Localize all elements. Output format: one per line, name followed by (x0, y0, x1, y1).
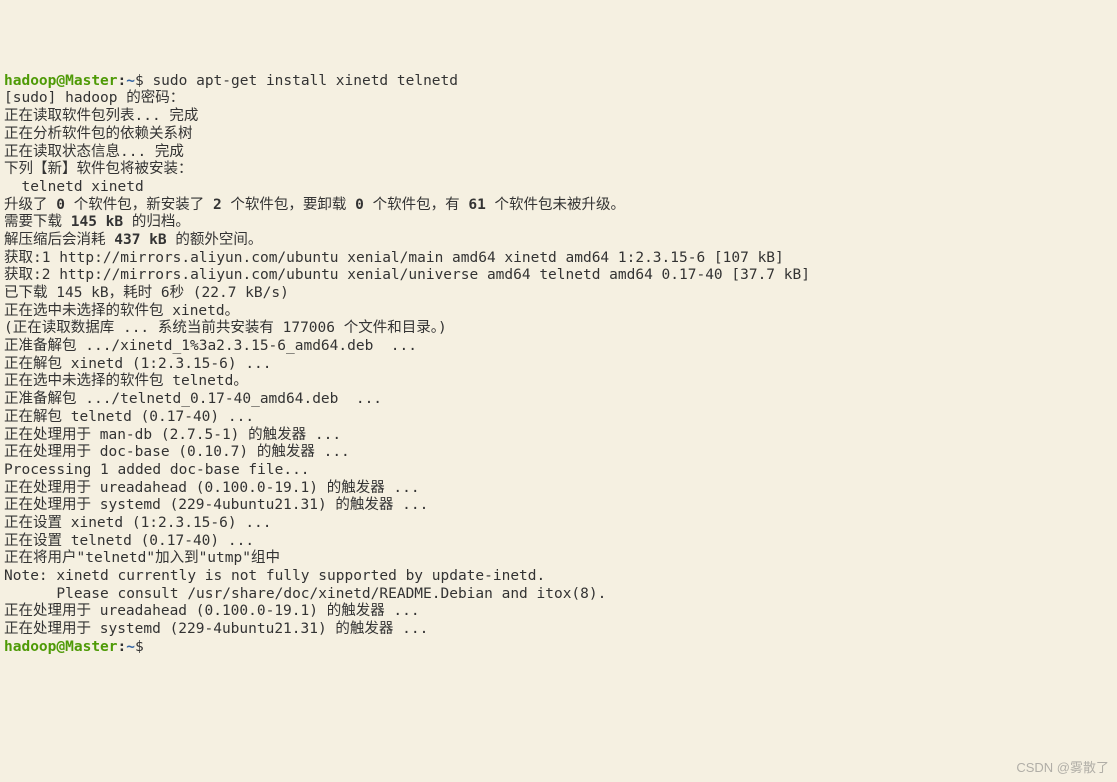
output-line: 正准备解包 .../telnetd_0.17-40_amd64.deb ... (4, 391, 382, 407)
output-line: 正在处理用于 ureadahead (0.100.0-19.1) 的触发器 ..… (4, 603, 420, 619)
output-line: 解压缩后会消耗 437 kB 的额外空间。 (4, 232, 262, 248)
prompt-symbol: $ (135, 73, 144, 89)
output-line: Note: xinetd currently is not fully supp… (4, 568, 545, 584)
output-line: Please consult /usr/share/doc/xinetd/REA… (4, 586, 606, 602)
output-line: 正在处理用于 systemd (229-4ubuntu21.31) 的触发器 .… (4, 497, 428, 513)
prompt-at: @ (56, 73, 65, 89)
output-line: 正准备解包 .../xinetd_1%3a2.3.15-6_amd64.deb … (4, 338, 417, 354)
output-line: 正在分析软件包的依赖关系树 (4, 126, 193, 142)
output-line: (正在读取数据库 ... 系统当前共安装有 177006 个文件和目录。) (4, 320, 447, 336)
watermark: CSDN @雾散了 (1016, 760, 1109, 776)
output-line: 下列【新】软件包将被安装： (4, 161, 193, 177)
output-line: 获取:1 http://mirrors.aliyun.com/ubuntu xe… (4, 250, 784, 266)
output-line: 正在读取软件包列表... 完成 (4, 108, 198, 124)
output-line: 升级了 0 个软件包，新安装了 2 个软件包，要卸载 0 个软件包，有 61 个… (4, 197, 625, 213)
output-line: 正在选中未选择的软件包 xinetd。 (4, 303, 239, 319)
output-line: 正在设置 telnetd (0.17-40) ... (4, 533, 254, 549)
output-line: 获取:2 http://mirrors.aliyun.com/ubuntu xe… (4, 267, 810, 283)
terminal-output: hadoop@Master:~$ sudo apt-get install xi… (4, 73, 1113, 657)
output-line: 正在解包 telnetd (0.17-40) ... (4, 409, 254, 425)
output-line: 正在处理用于 systemd (229-4ubuntu21.31) 的触发器 .… (4, 621, 428, 637)
output-line: 正在选中未选择的软件包 telnetd。 (4, 373, 248, 389)
prompt-symbol: $ (135, 639, 144, 655)
prompt-line[interactable]: hadoop@Master:~$ (4, 639, 152, 655)
output-line: telnetd xinetd (4, 179, 144, 195)
prompt-path: ~ (126, 73, 135, 89)
output-line: 正在将用户"telnetd"加入到"utmp"组中 (4, 550, 280, 566)
output-line: 正在处理用于 man-db (2.7.5-1) 的触发器 ... (4, 427, 341, 443)
prompt-path: ~ (126, 639, 135, 655)
output-line: 正在设置 xinetd (1:2.3.15-6) ... (4, 515, 272, 531)
prompt-colon: : (118, 73, 127, 89)
prompt-at: @ (56, 639, 65, 655)
output-line: Processing 1 added doc-base file... (4, 462, 310, 478)
output-line: 已下载 145 kB，耗时 6秒 (22.7 kB/s) (4, 285, 289, 301)
output-line: 正在读取状态信息... 完成 (4, 144, 184, 160)
prompt-colon: : (118, 639, 127, 655)
output-line: 正在处理用于 ureadahead (0.100.0-19.1) 的触发器 ..… (4, 480, 420, 496)
prompt-line[interactable]: hadoop@Master:~$ sudo apt-get install xi… (4, 73, 458, 89)
prompt-host: Master (65, 73, 117, 89)
command-input[interactable]: sudo apt-get install xinetd telnetd (152, 73, 458, 89)
prompt-user: hadoop (4, 73, 56, 89)
output-line: 需要下载 145 kB 的归档。 (4, 214, 190, 230)
prompt-host: Master (65, 639, 117, 655)
output-line: 正在解包 xinetd (1:2.3.15-6) ... (4, 356, 272, 372)
output-line: [sudo] hadoop 的密码： (4, 90, 184, 106)
prompt-user: hadoop (4, 639, 56, 655)
output-line: 正在处理用于 doc-base (0.10.7) 的触发器 ... (4, 444, 350, 460)
